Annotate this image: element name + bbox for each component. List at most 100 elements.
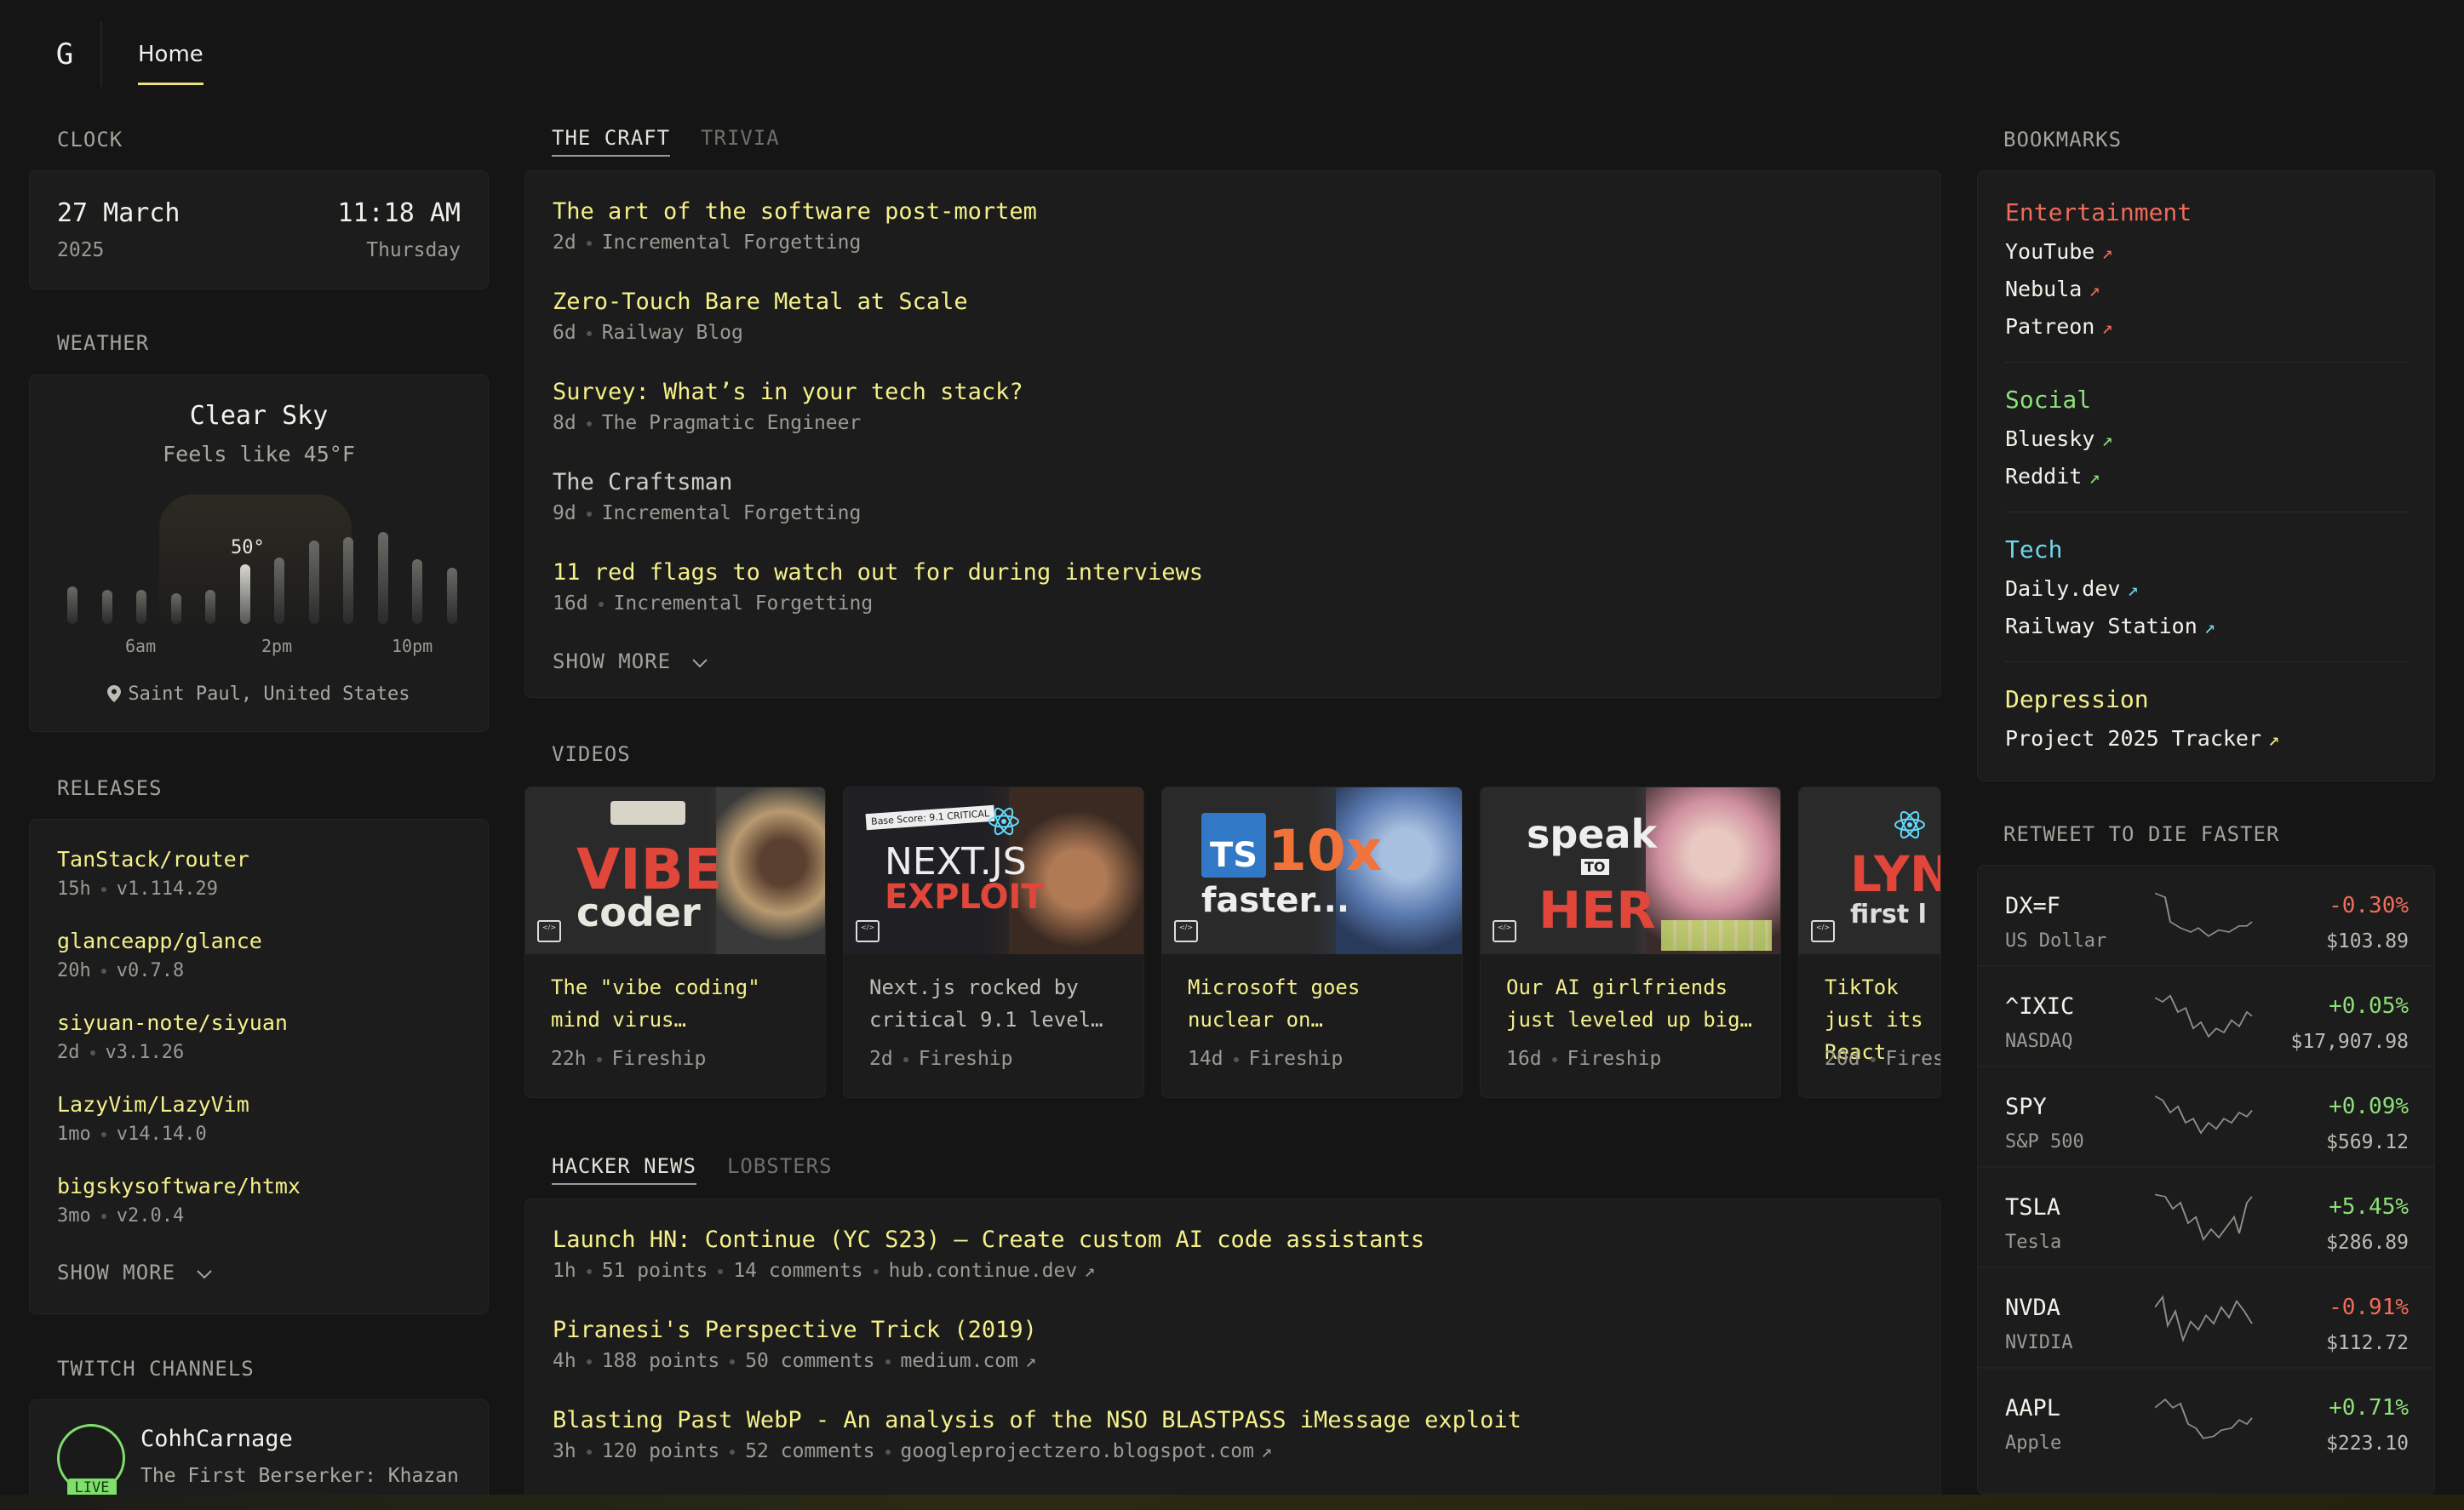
temperature-bar [377,532,388,624]
tab-hacker-news[interactable]: HACKER NEWS [552,1154,696,1185]
domain-link[interactable]: medium.com [901,1350,1018,1372]
thumb-text: 10x [1268,818,1383,884]
stock-change: +0.71% [2329,1395,2409,1421]
stock-price: $569.12 [2326,1131,2409,1153]
external-link-icon: ↗ [2268,729,2280,751]
news-title[interactable]: Blasting Past WebP - An analysis of the … [553,1407,1521,1433]
external-link-icon: ↗ [2101,317,2113,339]
craft-show-more-button[interactable]: SHOW MORE [553,649,708,673]
article-meta: 9d Incremental Forgetting [553,502,862,524]
location-text: Saint Paul, United States [128,684,410,705]
hour-label: 10pm [392,636,433,656]
article-title[interactable]: 11 red flags to watch out for during int… [553,559,1203,586]
weather-location[interactable]: Saint Paul, United States [30,684,488,705]
stock-name: NASDAQ [2005,1031,2073,1052]
release-name[interactable]: TanStack/router [57,847,249,872]
bookmark-link[interactable]: YouTube ↗ [2005,239,2113,264]
channel-name[interactable]: CohhCarnage [140,1426,293,1452]
video-card[interactable]: VIBE coder </> The "vibe coding" mind vi… [524,786,826,1098]
divider [2005,362,2409,363]
news-title[interactable]: Launch HN: Continue (YC S23) – Create cu… [553,1227,1424,1253]
logo[interactable]: G [29,22,102,87]
bottom-bar [0,1495,2464,1510]
bookmark-link[interactable]: Nebula ↗ [2005,277,2100,301]
external-link-icon: ↗ [2089,280,2100,301]
stock-change: +5.45% [2329,1194,2409,1220]
video-title: The "vibe coding" mind virus… [551,975,760,1032]
temperature-bar [446,568,457,624]
tab-lobsters[interactable]: LOBSTERS [727,1154,833,1185]
release-item: TanStack/router 15h v1.114.29 [57,847,249,900]
bookmark-link[interactable]: Daily.dev ↗ [2005,576,2139,601]
stock-row[interactable]: SPY S&P 500 +0.09% $569.12 [1978,1067,2434,1167]
tab-home[interactable]: Home [138,22,203,87]
news-title[interactable]: Piranesi's Perspective Trick (2019) [553,1317,1037,1343]
stock-row[interactable]: TSLA Tesla +5.45% $286.89 [1978,1167,2434,1267]
external-link-icon: ↗ [2089,467,2100,489]
stock-row[interactable]: DX=F US Dollar -0.30% $103.89 [1978,866,2434,966]
video-card[interactable]: speak TO HER </> Our AI girlfriends just… [1480,786,1781,1098]
video-thumbnail: LYN first l </> [1799,787,1941,954]
divider [2005,661,2409,662]
video-card[interactable]: TS 10x faster... </> Microsoft goes nucl… [1161,786,1463,1098]
stock-symbol: ^IXIC [2005,993,2075,1020]
temperature-bar [308,541,319,624]
release-item: LazyVim/LazyVim 1mo v14.14.0 [57,1092,249,1145]
stock-row[interactable]: ^IXIC NASDAQ +0.05% $17,907.98 [1978,966,2434,1067]
tab-trivia[interactable]: TRIVIA [701,126,780,157]
video-card[interactable]: LYN first l </> TikTok just its React 20… [1798,786,1941,1098]
weather-condition: Clear Sky [189,401,329,431]
release-name[interactable]: LazyVim/LazyVim [57,1092,249,1117]
article-meta: 16d Incremental Forgetting [553,592,874,615]
bookmarks-card: Entertainment YouTube ↗ Nebula ↗ Patreon ↗ … [1977,170,2435,781]
article-title[interactable]: Zero-Touch Bare Metal at Scale [553,289,968,315]
release-name[interactable]: siyuan-note/siyuan [57,1010,288,1035]
tab-the-craft[interactable]: THE CRAFT [552,126,671,157]
stock-change: +0.09% [2329,1094,2409,1119]
video-meta: 14d Fireship [1188,1048,1344,1070]
thumb-text: Base Score: 9.1 CRITICAL [865,804,995,831]
release-name[interactable]: glanceapp/glance [57,929,262,953]
bookmark-link[interactable]: Project 2025 Tracker ↗ [2005,726,2279,751]
release-name[interactable]: bigskysoftware/htmx [57,1174,301,1198]
comments-link[interactable]: 14 comments [733,1260,862,1282]
thumb-text: LYN [1850,845,1941,903]
domain-link[interactable]: hub.continue.dev [889,1260,1078,1282]
comments-link[interactable]: 50 comments [745,1350,874,1372]
stock-symbol: DX=F [2005,893,2061,919]
stock-row[interactable]: AAPL Apple +0.71% $223.10 [1978,1368,2434,1468]
releases-title: RELEASES [57,776,163,800]
article-title[interactable]: Survey: What’s in your tech stack? [553,379,1023,405]
article-meta: 8d The Pragmatic Engineer [553,412,862,434]
comments-link[interactable]: 52 comments [745,1440,874,1462]
craft-card: The art of the software post-mortem 2d In… [524,170,1941,698]
top-nav: G Home [29,22,2435,87]
external-link-icon: ↗ [2127,580,2139,601]
article-item: The art of the software post-mortem 2d In… [553,198,1037,254]
bookmark-link[interactable]: Bluesky ↗ [2005,426,2113,451]
releases-show-more-button[interactable]: SHOW MORE [57,1261,213,1284]
article-title[interactable]: The Craftsman [553,469,861,495]
typescript-logo: TS [1201,813,1266,878]
video-meta: 2d Fireship [869,1048,1013,1070]
article-title[interactable]: The art of the software post-mortem [553,198,1037,225]
stock-change: -0.30% [2329,893,2409,918]
domain-link[interactable]: googleprojectzero.blogspot.com [901,1440,1254,1462]
video-card[interactable]: Base Score: 9.1 CRITICAL NEXT.JS EXPLOIT… [843,786,1144,1098]
daylight-highlight [159,495,352,631]
stock-row[interactable]: NVDA NVIDIA -0.91% $112.72 [1978,1267,2434,1368]
release-item: glanceapp/glance 20h v0.7.8 [57,929,262,981]
bookmark-link[interactable]: Railway Station ↗ [2005,614,2215,638]
releases-card: TanStack/router 15h v1.114.29 glanceapp/g… [29,819,489,1314]
video-meta: 16d Fireship [1506,1048,1662,1070]
clock-date: 27 March [57,198,181,228]
external-link-icon: ↗ [1260,1441,1273,1462]
bookmark-group-title: Tech [2005,535,2063,563]
stock-name: US Dollar [2005,930,2107,952]
bookmark-link[interactable]: Reddit ↗ [2005,464,2100,489]
bookmark-link[interactable]: Patreon ↗ [2005,314,2113,339]
stock-name: Tesla [2005,1232,2062,1253]
react-icon [988,807,1019,836]
thumb-text: TO [1581,859,1609,875]
stock-name: Apple [2005,1433,2062,1454]
